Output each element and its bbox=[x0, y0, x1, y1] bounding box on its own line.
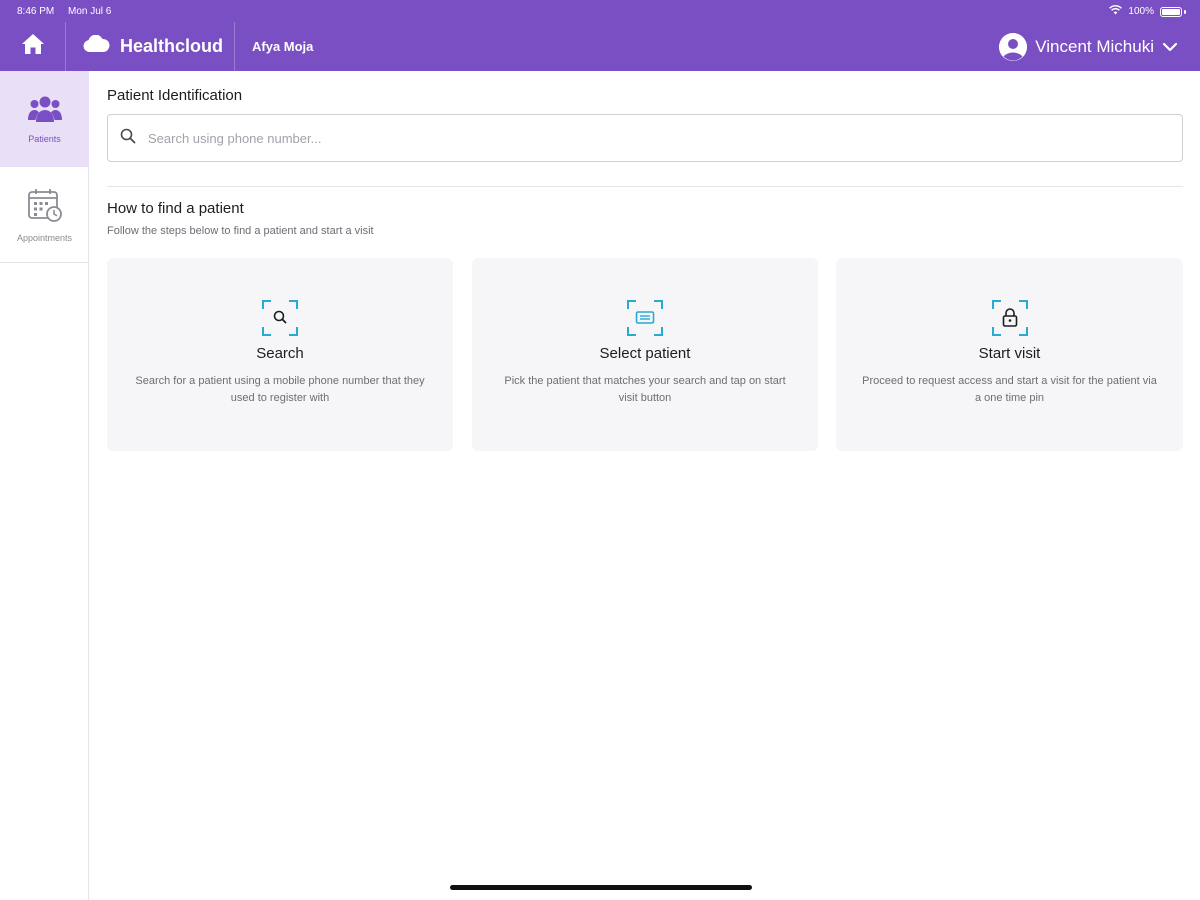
step-description: Pick the patient that matches your searc… bbox=[504, 375, 786, 404]
status-bar: 8:46 PM Mon Jul 6 100% bbox=[0, 0, 1200, 22]
how-to-title: How to find a patient bbox=[107, 200, 244, 217]
battery-icon bbox=[1160, 6, 1182, 17]
user-menu[interactable]: Vincent Michuki bbox=[999, 22, 1178, 71]
side-navigation: Patients Appointments bbox=[0, 71, 89, 900]
how-to-subtitle: Follow the steps below to find a patient… bbox=[107, 225, 374, 237]
step-title: Search bbox=[256, 345, 304, 362]
scan-lock-icon bbox=[991, 299, 1029, 337]
calendar-clock-icon bbox=[27, 187, 63, 225]
top-bar: 8:46 PM Mon Jul 6 100% Healthcloud Afya … bbox=[0, 0, 1200, 71]
step-card-search: Search Search for a patient using a mobi… bbox=[107, 258, 453, 451]
step-card-select-patient: Select patient Pick the patient that mat… bbox=[472, 258, 818, 451]
status-time: 8:46 PM bbox=[17, 6, 55, 17]
step-card-start-visit: Start visit Proceed to request access an… bbox=[836, 258, 1183, 451]
patients-icon bbox=[27, 94, 63, 126]
scan-search-icon bbox=[261, 299, 299, 337]
status-date: Mon Jul 6 bbox=[68, 6, 112, 17]
step-title: Start visit bbox=[978, 345, 1041, 362]
step-description: Search for a patient using a mobile phon… bbox=[135, 375, 425, 404]
phone-search-input[interactable] bbox=[148, 130, 1128, 146]
user-name: Vincent Michuki bbox=[1035, 36, 1154, 56]
step-description: Proceed to request access and start a vi… bbox=[862, 375, 1157, 404]
brand-name: Healthcloud bbox=[120, 36, 224, 56]
nav-item-appointments[interactable]: Appointments bbox=[0, 167, 89, 263]
page-title: Patient Identification bbox=[107, 87, 243, 104]
nav-label-appointments: Appointments bbox=[16, 232, 73, 243]
home-button[interactable] bbox=[0, 22, 66, 71]
battery-tip bbox=[1184, 9, 1186, 14]
status-indicators: 100% bbox=[1109, 5, 1186, 18]
cloud-icon bbox=[82, 34, 110, 58]
app-bar: Healthcloud Afya Moja Vincent Michuki bbox=[0, 22, 1200, 71]
nav-label-patients: Patients bbox=[28, 134, 61, 144]
brand-logo: Healthcloud bbox=[82, 22, 223, 71]
search-bar[interactable] bbox=[107, 114, 1183, 162]
home-indicator[interactable] bbox=[450, 885, 752, 890]
scan-card-icon bbox=[626, 299, 664, 337]
organization-name[interactable]: Afya Moja bbox=[252, 22, 313, 71]
header-divider bbox=[234, 22, 235, 71]
wifi-icon bbox=[1109, 5, 1123, 18]
avatar-icon bbox=[999, 32, 1028, 61]
step-title: Select patient bbox=[599, 345, 691, 362]
nav-item-patients[interactable]: Patients bbox=[0, 71, 89, 167]
home-icon bbox=[21, 33, 45, 60]
steps-cards: Search Search for a patient using a mobi… bbox=[107, 258, 1183, 451]
chevron-down-icon bbox=[1162, 37, 1178, 57]
section-divider bbox=[107, 186, 1183, 187]
search-icon bbox=[120, 128, 136, 149]
battery-percent: 100% bbox=[1128, 6, 1154, 17]
